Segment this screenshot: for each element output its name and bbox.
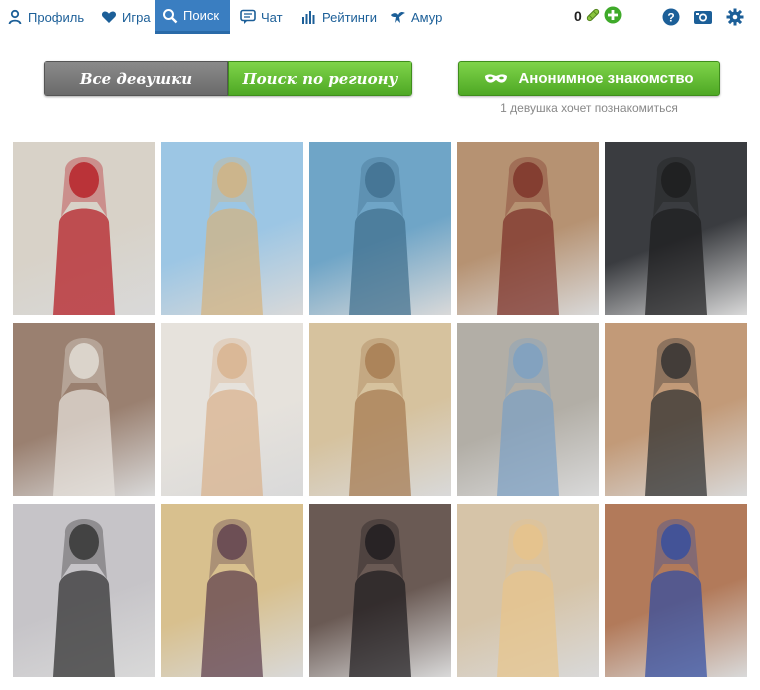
photo-silhouette	[349, 338, 411, 496]
mask-icon	[484, 73, 508, 85]
photo-silhouette	[645, 157, 707, 315]
help-icon[interactable]: ?	[662, 8, 680, 26]
photo-8[interactable]	[309, 323, 451, 496]
heart-icon	[101, 9, 117, 25]
top-navigation: Профиль Игра Поиск Чат Рейтинги Амур 0 ?	[0, 0, 760, 34]
svg-text:?: ?	[667, 11, 674, 25]
photo-silhouette	[201, 157, 263, 315]
coin-balance[interactable]: 0	[574, 6, 622, 26]
anonymous-dating-button[interactable]: Анонимное знакомство	[458, 61, 720, 96]
photo-15[interactable]	[605, 504, 747, 677]
nav-cupid-label: Амур	[411, 9, 443, 25]
nav-profile[interactable]: Профиль	[7, 0, 84, 34]
photo-silhouette	[201, 519, 263, 677]
photo-silhouette	[497, 157, 559, 315]
anonymous-dating-label: Анонимное знакомство	[518, 70, 694, 87]
nav-chat[interactable]: Чат	[240, 0, 283, 34]
ratings-icon	[301, 9, 317, 25]
photo-silhouette	[53, 157, 115, 315]
photo-silhouette	[349, 157, 411, 315]
cupid-icon	[390, 9, 406, 25]
photo-3[interactable]	[309, 142, 451, 315]
photo-5[interactable]	[605, 142, 747, 315]
photo-13[interactable]	[309, 504, 451, 677]
photo-2[interactable]	[161, 142, 303, 315]
photo-silhouette	[349, 519, 411, 677]
all-girls-tab[interactable]: Все девушки	[44, 61, 228, 96]
photo-silhouette	[53, 338, 115, 496]
search-icon	[162, 8, 178, 24]
camera-icon[interactable]	[693, 8, 713, 26]
photo-silhouette	[645, 519, 707, 677]
photo-4[interactable]	[457, 142, 599, 315]
photo-silhouette	[497, 338, 559, 496]
nav-search-label: Поиск	[183, 8, 220, 23]
nav-search[interactable]: Поиск	[155, 0, 230, 34]
region-search-tab[interactable]: Поиск по региону	[228, 61, 412, 96]
coin-count: 0	[574, 8, 582, 24]
photo-silhouette	[497, 519, 559, 677]
add-coins-icon[interactable]	[604, 6, 622, 27]
nav-cupid[interactable]: Амур	[390, 0, 442, 34]
photo-silhouette	[201, 338, 263, 496]
anonymous-dating-subtitle: 1 девушка хочет познакомиться	[500, 101, 678, 115]
chat-icon	[240, 9, 256, 25]
settings-icon[interactable]	[726, 8, 744, 26]
nav-game[interactable]: Игра	[101, 0, 151, 34]
nav-ratings-label: Рейтинги	[322, 9, 377, 25]
nav-ratings[interactable]: Рейтинги	[301, 0, 377, 34]
photo-1[interactable]	[13, 142, 155, 315]
photo-12[interactable]	[161, 504, 303, 677]
photo-7[interactable]	[161, 323, 303, 496]
photo-14[interactable]	[457, 504, 599, 677]
profile-icon	[7, 9, 23, 25]
coin-icon	[585, 7, 601, 26]
nav-chat-label: Чат	[261, 9, 283, 25]
nav-profile-label: Профиль	[28, 9, 85, 25]
search-scope-toggle: Все девушки Поиск по региону	[44, 61, 412, 96]
photo-9[interactable]	[457, 323, 599, 496]
photo-11[interactable]	[13, 504, 155, 677]
photo-silhouette	[645, 338, 707, 496]
photo-6[interactable]	[13, 323, 155, 496]
photo-silhouette	[53, 519, 115, 677]
nav-game-label: Игра	[122, 9, 151, 25]
photo-10[interactable]	[605, 323, 747, 496]
